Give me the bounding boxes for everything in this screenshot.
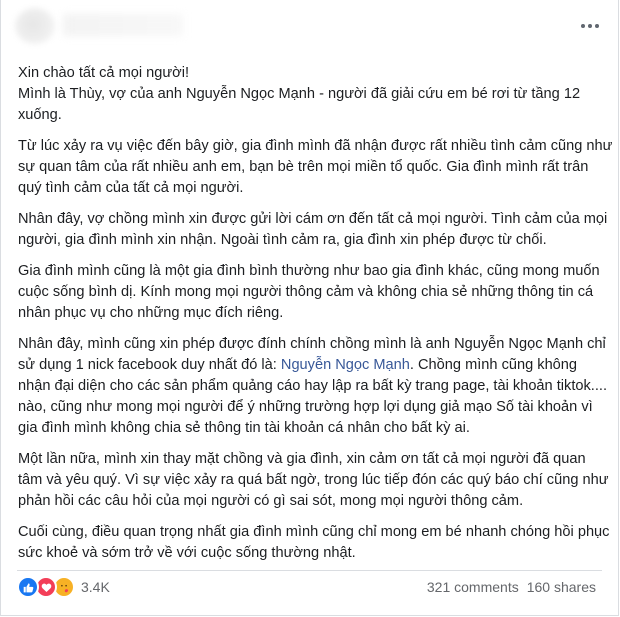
post-paragraph: Cuối cùng, điều quan trọng nhất gia đình… (18, 524, 610, 561)
like-icon (17, 576, 39, 598)
post-paragraph: Xin chào tất cả mọi người! Mình là Thùy,… (18, 63, 613, 126)
reactions-summary[interactable]: 3.4K (17, 576, 110, 598)
avatar[interactable] (15, 8, 55, 44)
reaction-count[interactable]: 3.4K (81, 579, 110, 595)
shares-count[interactable]: 160 shares (527, 579, 596, 595)
author-name-blurred[interactable] (63, 14, 183, 36)
comments-count[interactable]: 321 comments (427, 579, 519, 595)
more-options-button[interactable] (576, 16, 604, 36)
post-paragraph: Một lần nữa, mình xin thay mặt chồng và … (18, 451, 609, 509)
more-dot-icon (595, 24, 599, 28)
post-paragraph: Từ lúc xảy ra vụ việc đến bây giờ, gia đ… (18, 138, 613, 196)
post-paragraph: Nhân đây, vợ chồng mình xin được gửi lời… (18, 211, 608, 248)
more-dot-icon (581, 24, 585, 28)
post-stats: 321 comments 160 shares (427, 579, 596, 595)
post-text: Xin chào tất cả mọi người! Mình là Thùy,… (18, 63, 613, 574)
post-header (1, 0, 618, 56)
post-paragraph-correction: Nhân đây, mình cũng xin phép được đính c… (18, 334, 613, 439)
greeting-line: Xin chào tất cả mọi người! (18, 65, 190, 81)
profile-link[interactable]: Nguyễn Ngọc Mạnh (281, 357, 410, 373)
more-dot-icon (588, 24, 592, 28)
intro-line: Mình là Thùy, vợ của anh Nguyễn Ngọc Mạn… (18, 86, 581, 123)
post-footer: 3.4K 321 comments 160 shares (17, 574, 596, 600)
post-paragraph: Gia đình mình cũng là một gia đình bình … (18, 263, 600, 321)
facebook-post-card: Xin chào tất cả mọi người! Mình là Thùy,… (0, 0, 619, 616)
footer-divider (17, 570, 602, 571)
